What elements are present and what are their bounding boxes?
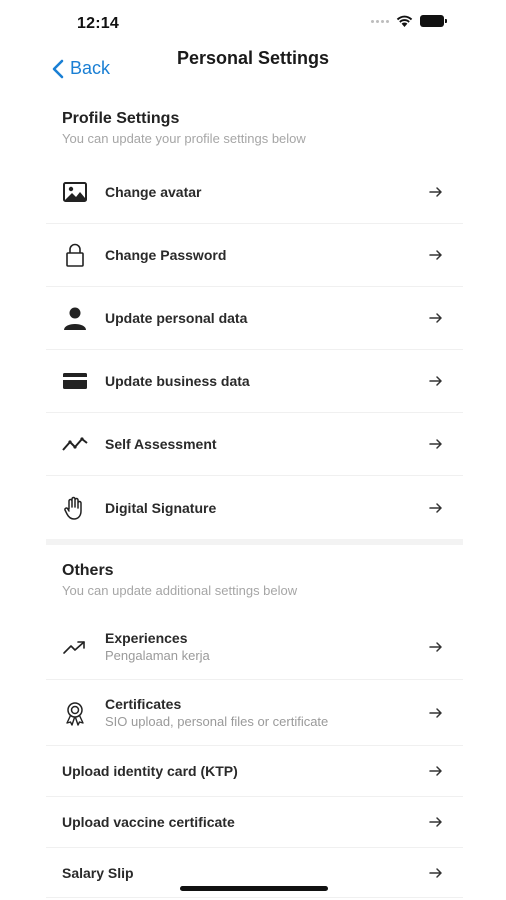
trending-up-icon <box>60 632 90 662</box>
change-avatar-row[interactable]: Change avatar <box>46 161 463 224</box>
arrow-right-icon <box>429 248 443 262</box>
arrow-right-icon <box>429 640 443 654</box>
row-label: Change avatar <box>105 184 202 200</box>
row-label: Update business data <box>105 373 250 389</box>
arrow-right-icon <box>429 374 443 388</box>
home-indicator <box>180 886 328 891</box>
hand-icon <box>60 493 90 523</box>
section-subtitle: You can update additional settings below <box>62 583 298 598</box>
section-title: Others <box>62 562 114 579</box>
update-business-data-row[interactable]: Update business data <box>46 350 463 413</box>
row-sublabel: Pengalaman kerja <box>105 648 210 663</box>
card-icon <box>60 366 90 396</box>
profile-settings-list: Change avatar Change Password Update per… <box>46 161 463 539</box>
arrow-right-icon <box>429 437 443 451</box>
image-icon <box>60 177 90 207</box>
status-bar: 12:14 <box>0 0 506 48</box>
update-personal-data-row[interactable]: Update personal data <box>46 287 463 350</box>
status-icons <box>371 15 447 27</box>
wifi-icon <box>396 15 413 27</box>
page-title: Personal Settings <box>176 48 330 68</box>
change-password-row[interactable]: Change Password <box>46 224 463 287</box>
arrow-right-icon <box>429 815 443 829</box>
cellular-signal-icon <box>371 19 389 23</box>
arrow-right-icon <box>429 866 443 880</box>
others-header: Others You can update additional setting… <box>62 562 297 598</box>
section-subtitle: You can update your profile settings bel… <box>62 131 306 146</box>
battery-icon <box>420 15 447 27</box>
arrow-right-icon <box>429 185 443 199</box>
row-label: Upload identity card (KTP) <box>62 763 238 779</box>
upload-identity-card-row[interactable]: Upload identity card (KTP) <box>46 746 463 797</box>
digital-signature-row[interactable]: Digital Signature <box>46 476 463 539</box>
profile-settings-header: Profile Settings You can update your pro… <box>62 110 306 146</box>
row-label: Digital Signature <box>105 499 217 516</box>
row-label: Update personal data <box>105 310 248 326</box>
certificates-row[interactable]: Certificates SIO upload, personal files … <box>46 680 463 746</box>
row-label: Change Password <box>105 247 227 263</box>
row-label: Salary Slip <box>62 864 134 881</box>
status-time: 12:14 <box>77 15 119 32</box>
section-divider <box>46 539 463 545</box>
row-label: Upload vaccine certificate <box>62 814 235 830</box>
section-title: Profile Settings <box>62 110 180 127</box>
self-assessment-row[interactable]: Self Assessment <box>46 413 463 476</box>
experiences-row[interactable]: Experiences Pengalaman kerja <box>46 614 463 680</box>
trend-line-icon <box>60 429 90 459</box>
person-icon <box>60 303 90 333</box>
row-label: Self Assessment <box>105 436 217 452</box>
arrow-right-icon <box>429 501 443 515</box>
navigation-bar: Back Personal Settings <box>0 44 506 92</box>
upload-vaccine-certificate-row[interactable]: Upload vaccine certificate <box>46 797 463 848</box>
row-label: Certificates <box>105 696 182 712</box>
arrow-right-icon <box>429 764 443 778</box>
award-icon <box>60 698 90 728</box>
arrow-right-icon <box>429 706 443 720</box>
row-sublabel: SIO upload, personal files or certificat… <box>105 714 329 729</box>
row-label: Experiences <box>105 630 188 646</box>
lock-icon <box>60 240 90 270</box>
arrow-right-icon <box>429 311 443 325</box>
others-list: Experiences Pengalaman kerja Certificate… <box>46 614 463 898</box>
